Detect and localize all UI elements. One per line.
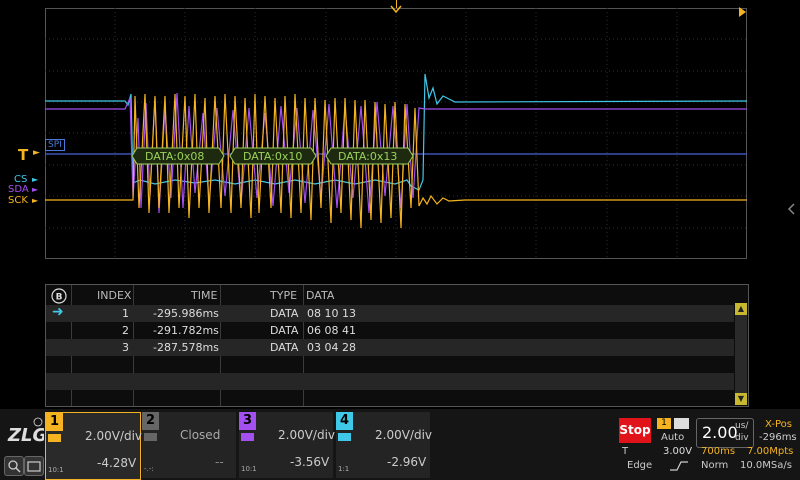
table-header-row: B INDEX TIME TYPE DATA [46, 287, 734, 304]
channel-4-number: 4 [336, 412, 353, 430]
trigger-mode-panel[interactable]: 1 Auto [655, 418, 693, 446]
search-icon[interactable] [4, 456, 24, 476]
row-index: 3 [122, 341, 129, 354]
memory-time: 700ms [701, 446, 736, 457]
trigger-position-tick [396, 0, 397, 8]
decode-frame-1: DATA:0x08 [145, 150, 205, 163]
trigger-type: Edge [627, 460, 653, 471]
channel-2-offset: -- [215, 455, 224, 469]
channel-4-scale: 2.00V/div [375, 428, 433, 442]
trigger-menu-icon [674, 418, 689, 429]
header-index: INDEX [97, 289, 132, 302]
xpos-value[interactable]: -296ms [759, 432, 797, 443]
header-time: TIME [191, 289, 218, 302]
table-row[interactable]: ➜ 1 -295.986ms DATA 08 10 13 [46, 305, 734, 322]
sda-label: SDA [8, 184, 29, 195]
channel-3-probe: 10:1 [241, 465, 257, 473]
row-index: 1 [122, 307, 129, 320]
row-type: DATA [270, 324, 299, 337]
timebase-box[interactable]: 2.00 us/ div [696, 418, 754, 448]
channel-4-offset: -2.96V [387, 455, 427, 469]
trigger-level-arrow-icon[interactable] [738, 6, 748, 18]
header-data: DATA [306, 289, 335, 302]
rising-edge-icon [670, 461, 688, 471]
table-scrollbar[interactable]: ▲ ▼ [735, 303, 747, 405]
channel-2-probe: -.-: [144, 465, 154, 473]
row-index: 2 [122, 324, 129, 337]
coupling-icon [241, 433, 254, 441]
sda-marker-icon: ► [32, 185, 39, 194]
xpos-label: X-Pos [765, 419, 792, 430]
trigger-level-panel[interactable]: T 3.00V [619, 446, 693, 460]
channel-1-number: 1 [46, 413, 63, 431]
row-data: 03 04 28 [307, 341, 356, 354]
channel-1-probe: 10:1 [48, 466, 64, 474]
trigger-source: 1 [657, 418, 671, 429]
scroll-down-icon[interactable]: ▼ [735, 393, 747, 405]
timebase-unit-top: us/ [735, 421, 749, 431]
channel-2-number: 2 [142, 412, 159, 430]
row-time: -291.782ms [153, 324, 219, 337]
zlg-logo: ZLG [6, 417, 47, 447]
trigger-mode: Auto [661, 432, 685, 443]
side-panel-arrow-icon[interactable] [788, 203, 796, 215]
bottom-status-bar: ZLG 1 2.00V/div -4.28V 10:1 2 Closed -- … [0, 409, 800, 480]
svg-text:B: B [56, 293, 63, 303]
channel-1-box[interactable]: 1 2.00V/div -4.28V 10:1 [45, 412, 143, 480]
coupling-icon [48, 434, 61, 442]
trigger-level-marker[interactable]: T [18, 146, 28, 164]
table-row-empty [46, 373, 734, 390]
memory-depth: 7.00Mpts [747, 446, 794, 457]
row-type: DATA [270, 341, 299, 354]
channel-3-offset: -3.56V [290, 455, 330, 469]
coupling-icon [144, 433, 157, 441]
selected-row-arrow-icon: ➜ [52, 304, 64, 320]
screenshot-icon[interactable] [24, 456, 44, 476]
table-row[interactable]: 3 -287.578ms DATA 03 04 28 [46, 339, 734, 356]
run-stop-button[interactable]: Stop [619, 418, 651, 443]
channel-1-scale: 2.00V/div [85, 429, 143, 443]
table-row-empty [46, 356, 734, 373]
row-data: 08 10 13 [307, 307, 356, 320]
channel-2-box[interactable]: 2 Closed -- -.-: [142, 412, 236, 478]
row-data: 06 08 41 [307, 324, 356, 337]
timebase-unit-bottom: div [735, 433, 749, 443]
channel-4-box[interactable]: 4 2.00V/div -2.96V 1:1 [336, 412, 433, 478]
row-time: -287.578ms [153, 341, 219, 354]
scroll-up-icon[interactable]: ▲ [735, 303, 747, 315]
coupling-icon [338, 433, 351, 441]
channel-4-probe: 1:1 [338, 465, 350, 473]
decode-frame-2: DATA:0x10 [243, 150, 303, 163]
waveform-grid [45, 8, 747, 259]
trigger-level-arrow: ► [33, 148, 40, 158]
channel-1-offset: -4.28V [97, 456, 137, 470]
table-row[interactable]: 2 -291.782ms DATA 06 08 41 [46, 322, 734, 339]
channel-3-box[interactable]: 3 2.00V/div -3.56V 10:1 [239, 412, 336, 478]
channel-2-status: Closed [180, 428, 221, 442]
spi-protocol-label[interactable]: SPI [45, 139, 65, 151]
timebase-value: 2.00 [702, 423, 738, 442]
row-type: DATA [270, 307, 299, 320]
channel-3-number: 3 [239, 412, 256, 430]
cs-marker-icon: ► [32, 175, 39, 184]
sck-label: SCK [8, 195, 28, 206]
trigger-level: 3.00V [663, 446, 693, 457]
sample-rate: 10.0MSa/s [740, 460, 792, 471]
header-type: TYPE [270, 289, 298, 302]
sck-marker-icon: ► [32, 196, 39, 205]
svg-text:ZLG: ZLG [7, 425, 44, 446]
waveform-display[interactable]: DATA:0x08 DATA:0x10 DATA:0x13 T ► SPI CS… [0, 0, 800, 262]
trigger-label: T [622, 446, 629, 457]
bus-icon[interactable]: B [50, 287, 68, 304]
decode-table[interactable]: B INDEX TIME TYPE DATA ➜ 1 -295.986ms DA… [45, 284, 749, 407]
channel-3-scale: 2.00V/div [278, 428, 336, 442]
acquisition-mode[interactable]: Norm [701, 460, 728, 471]
decode-frame-3: DATA:0x13 [338, 150, 398, 163]
row-time: -295.986ms [153, 307, 219, 320]
